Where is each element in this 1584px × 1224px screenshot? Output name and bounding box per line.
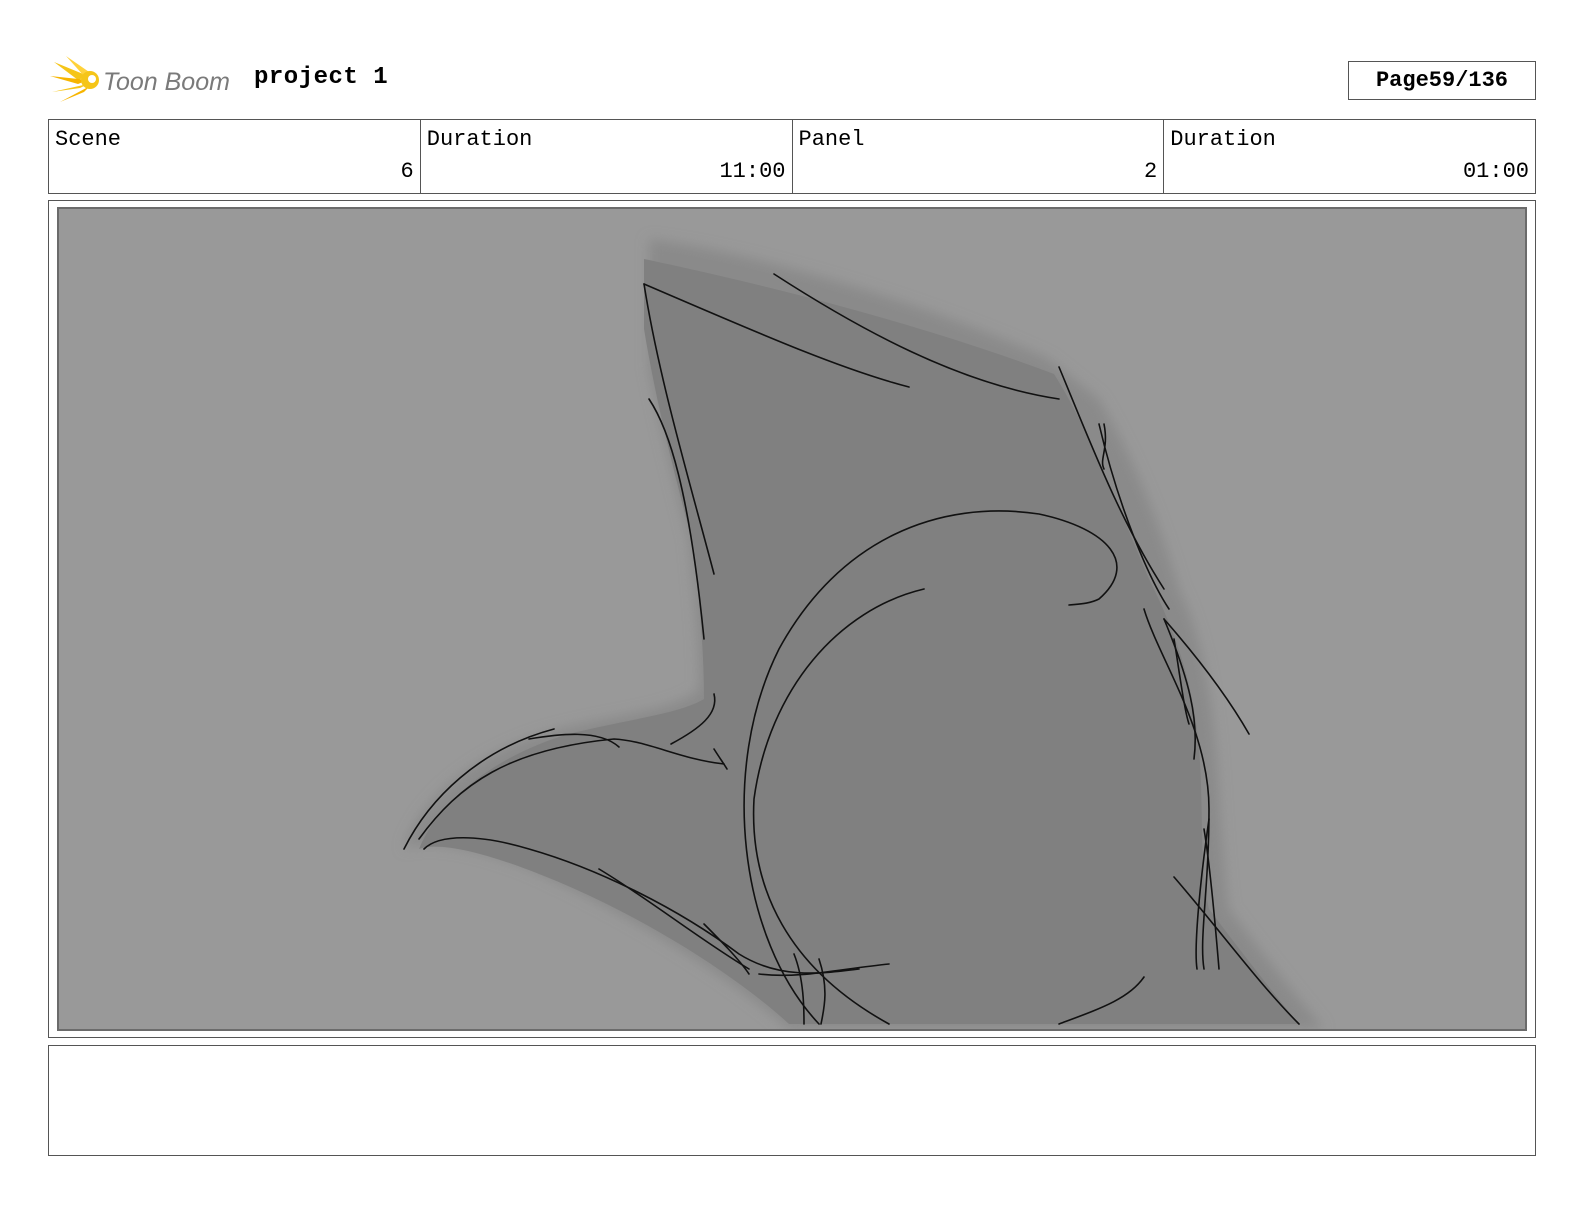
project-title: project 1 — [254, 64, 389, 91]
scene-info-table: Scene 6 Duration 11:00 Panel 2 Duration … — [48, 119, 1536, 194]
page-indicator: Page 59/136 — [1348, 61, 1536, 100]
panel-duration-label: Duration — [1170, 127, 1276, 152]
panel-duration-cell: Duration 01:00 — [1163, 120, 1535, 193]
page-label: Page — [1375, 68, 1429, 93]
scene-duration-label: Duration — [426, 127, 533, 152]
scene-label: Scene — [55, 127, 122, 152]
toon-boom-logo: Toon Boom — [50, 56, 230, 102]
panel-cell: Panel 2 — [791, 120, 1164, 193]
storyboard-panel-image — [57, 207, 1527, 1031]
scene-duration-cell: Duration 11:00 — [419, 120, 792, 193]
page-number: 59/136 — [1428, 68, 1509, 93]
panel-label: Panel — [798, 127, 865, 152]
scene-value: 6 — [400, 159, 414, 184]
scene-duration-value: 11:00 — [719, 159, 786, 184]
panel-value: 2 — [1144, 159, 1158, 184]
notes-box — [48, 1045, 1536, 1156]
scene-cell: Scene 6 — [49, 120, 420, 193]
panel-duration-value: 01:00 — [1462, 159, 1529, 184]
sketch-body-fill — [419, 259, 1299, 1024]
logo-text: Toon Boom — [103, 68, 230, 96]
sketch-drawing — [403, 239, 1324, 1029]
burst-icon — [50, 56, 99, 102]
